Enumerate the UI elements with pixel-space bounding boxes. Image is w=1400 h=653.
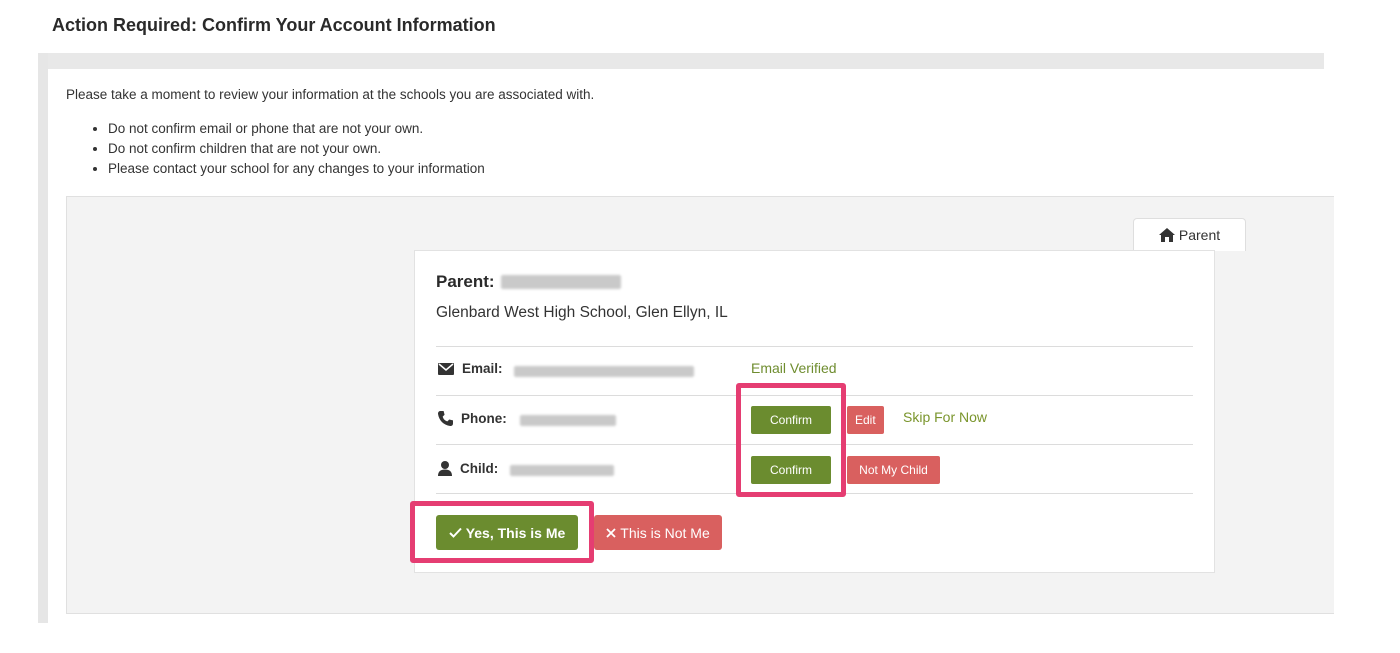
container-header-bar: [48, 53, 1324, 69]
tab-parent[interactable]: Parent: [1133, 218, 1246, 251]
confirm-account-container: Please take a moment to review your info…: [38, 53, 1334, 623]
close-icon: [606, 527, 616, 538]
intro-text: Please take a moment to review your info…: [66, 87, 595, 102]
yes-button-label: Yes, This is Me: [465, 524, 566, 541]
redacted-parent-name: [500, 275, 621, 289]
parent-heading: Parent:: [436, 272, 621, 292]
edit-phone-button[interactable]: Edit: [847, 406, 884, 434]
email-row: Email: Email Verified: [436, 346, 1193, 395]
not-me-button-label: This is Not Me: [620, 524, 710, 541]
school-name: Glenbard West High School, Glen Ellyn, I…: [436, 304, 728, 321]
yes-this-is-me-button[interactable]: Yes, This is Me: [436, 515, 578, 550]
home-icon: [1158, 228, 1175, 242]
not-my-child-button[interactable]: Not My Child: [847, 456, 940, 484]
redacted-child-name: [510, 465, 614, 476]
redacted-email: [514, 366, 694, 377]
email-verified-status: Email Verified: [751, 360, 837, 376]
account-panel: Parent Parent: Glenbard West High School…: [66, 196, 1334, 614]
page-title: Action Required: Confirm Your Account In…: [52, 15, 496, 35]
rule-item: Please contact your school for any chang…: [108, 161, 485, 177]
check-icon: [448, 527, 462, 538]
user-icon: [438, 461, 452, 476]
envelope-icon: [438, 362, 454, 375]
skip-for-now-link[interactable]: Skip For Now: [903, 409, 987, 425]
confirm-phone-button[interactable]: Confirm: [751, 406, 831, 434]
child-row: Child: Confirm Not My Child: [436, 444, 1193, 493]
tab-label: Parent: [1178, 227, 1221, 243]
rules-list: Do not confirm email or phone that are n…: [108, 121, 485, 181]
phone-row: Phone: Confirm Edit Skip For Now: [436, 395, 1193, 444]
parent-card: Parent: Glenbard West High School, Glen …: [414, 250, 1215, 573]
divider: [436, 493, 1193, 494]
this-is-not-me-button[interactable]: This is Not Me: [594, 515, 722, 550]
confirm-child-button[interactable]: Confirm: [751, 456, 831, 484]
rule-item: Do not confirm children that are not you…: [108, 141, 485, 157]
rule-item: Do not confirm email or phone that are n…: [108, 121, 485, 137]
email-label: Email:: [462, 361, 503, 376]
child-label: Child:: [460, 461, 499, 476]
phone-icon: [438, 411, 453, 426]
parent-label: Parent:: [436, 272, 495, 291]
redacted-phone: [520, 415, 616, 426]
phone-label: Phone:: [461, 411, 507, 426]
